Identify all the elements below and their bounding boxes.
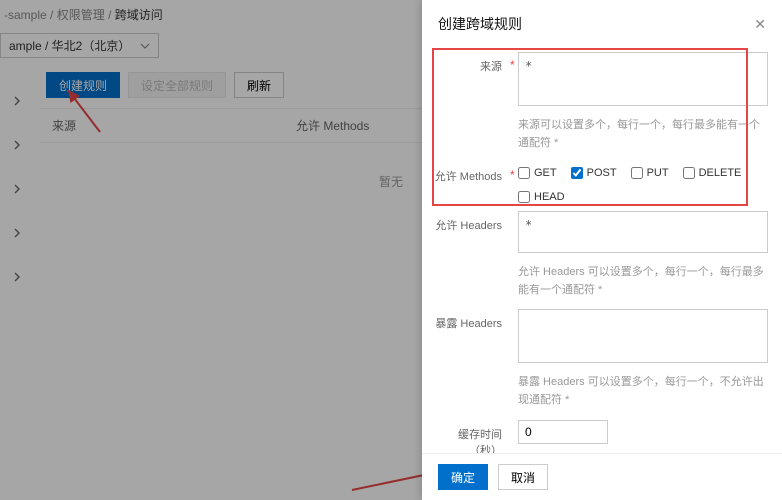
cache-input[interactable] — [518, 420, 608, 444]
method-head[interactable]: HEAD — [518, 191, 565, 203]
confirm-button[interactable]: 确定 — [438, 464, 488, 490]
label-allow-headers: 允许 Headers — [432, 211, 506, 233]
method-put[interactable]: PUT — [631, 167, 669, 179]
panel-footer: 确定 取消 — [422, 453, 782, 500]
hint-expose-headers: 暴露 Headers 可以设置多个，每行一个，不允许出现通配符 * — [518, 374, 768, 409]
label-cache: 缓存时间（秒） — [432, 420, 506, 453]
create-rule-panel: 创建跨域规则 ✕ 来源 * 来源可以设置多个，每行一个，每行最多能有一个通配符 … — [422, 0, 782, 500]
panel-body: 来源 * 来源可以设置多个，每行一个，每行最多能有一个通配符 * 允许 Meth… — [422, 48, 782, 453]
checkbox-get[interactable] — [518, 167, 530, 179]
required-mark — [510, 420, 518, 426]
label-origin: 来源 — [432, 52, 506, 74]
hint-origin: 来源可以设置多个，每行一个，每行最多能有一个通配符 * — [518, 117, 768, 152]
label-methods: 允许 Methods — [432, 162, 506, 184]
close-icon[interactable]: ✕ — [754, 16, 766, 33]
method-post[interactable]: POST — [571, 167, 617, 179]
required-mark — [510, 309, 518, 315]
checkbox-put[interactable] — [631, 167, 643, 179]
panel-title: 创建跨域规则 — [438, 14, 522, 34]
allow-headers-input[interactable] — [518, 211, 768, 253]
checkbox-delete[interactable] — [683, 167, 695, 179]
origin-input[interactable] — [518, 52, 768, 106]
required-mark: * — [510, 52, 518, 72]
panel-header: 创建跨域规则 ✕ — [422, 0, 782, 48]
required-mark: * — [510, 162, 518, 182]
methods-group: GET POST PUT DELETE HEAD — [518, 162, 768, 203]
checkbox-head[interactable] — [518, 191, 530, 203]
required-mark — [510, 211, 518, 217]
method-get[interactable]: GET — [518, 167, 557, 179]
expose-headers-input[interactable] — [518, 309, 768, 363]
checkbox-post[interactable] — [571, 167, 583, 179]
method-delete[interactable]: DELETE — [683, 167, 742, 179]
cancel-button[interactable]: 取消 — [498, 464, 548, 490]
hint-allow-headers: 允许 Headers 可以设置多个，每行一个，每行最多能有一个通配符 * — [518, 264, 768, 299]
label-expose-headers: 暴露 Headers — [432, 309, 506, 331]
